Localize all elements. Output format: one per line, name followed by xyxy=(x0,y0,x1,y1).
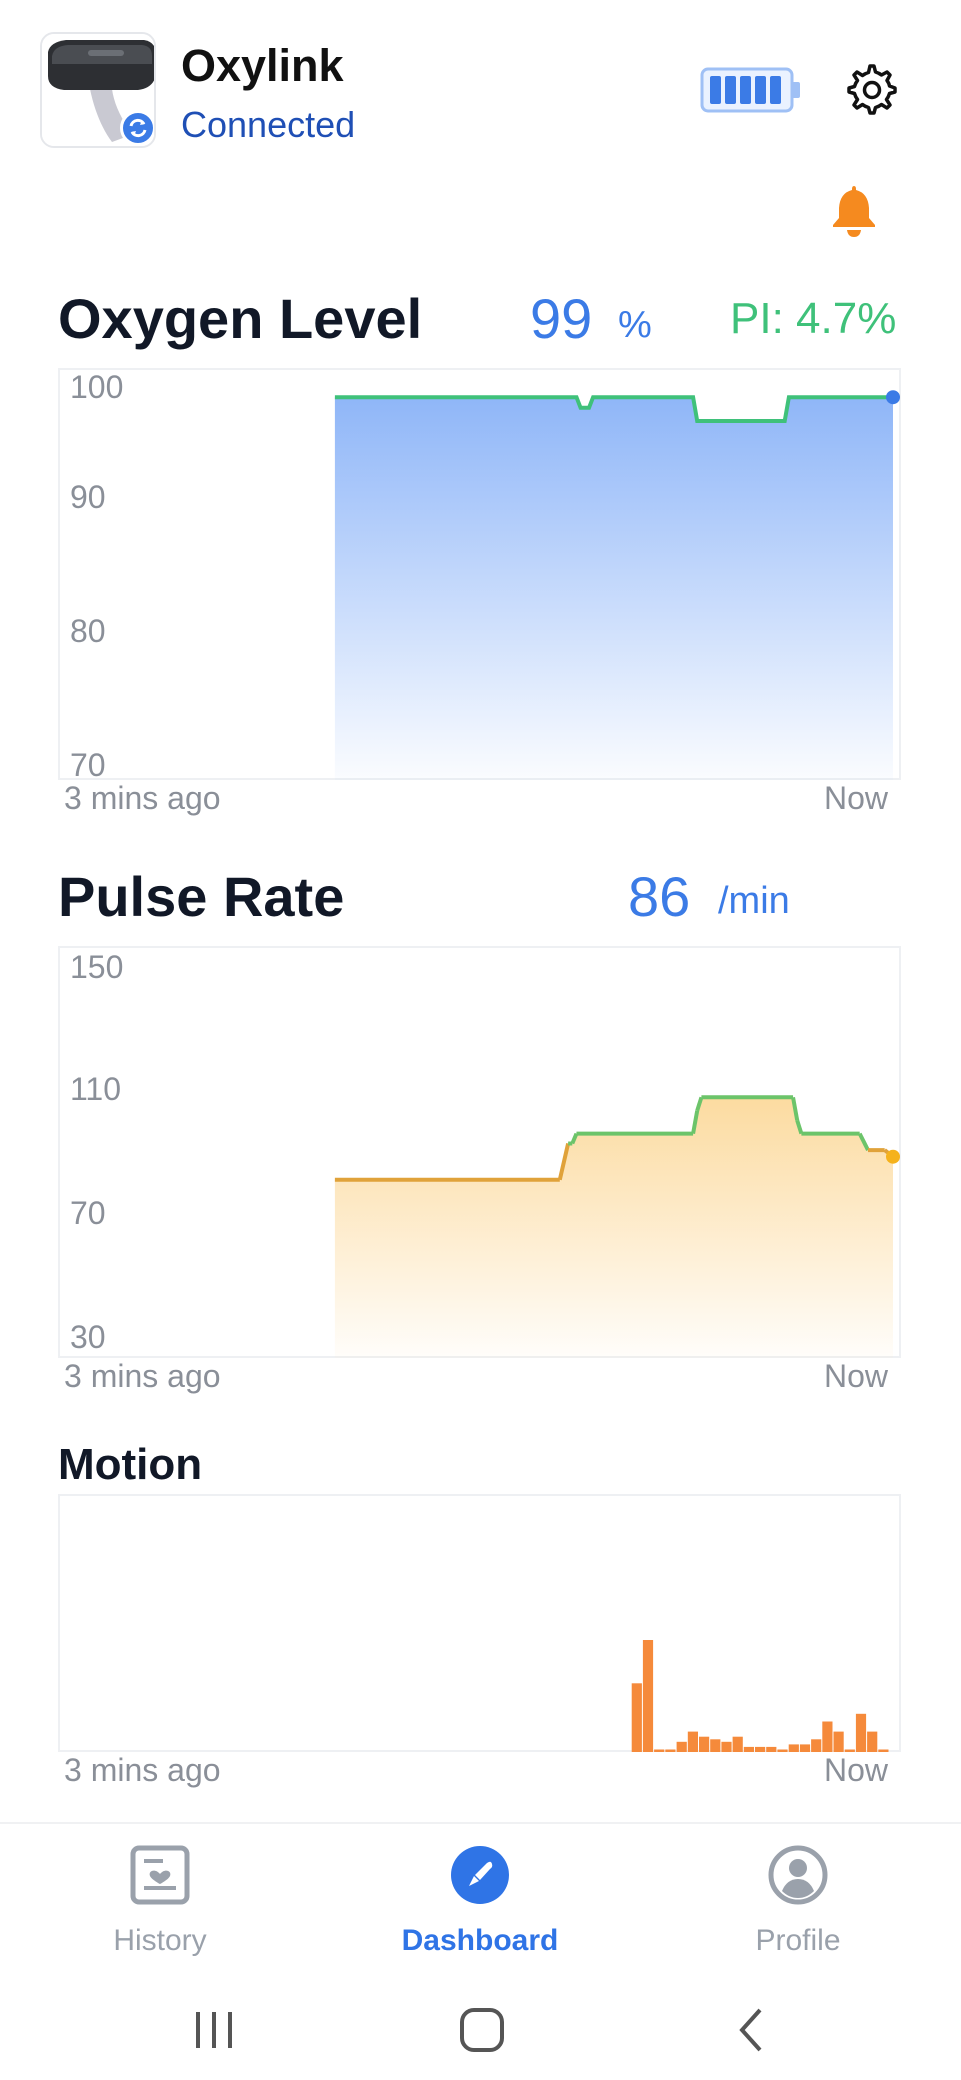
motion-bar xyxy=(676,1741,687,1752)
pulse-current-dot xyxy=(886,1149,900,1164)
battery-full-icon xyxy=(700,67,800,113)
bell-icon[interactable] xyxy=(828,182,880,238)
pulse-tick-110: 110 xyxy=(70,1071,121,1107)
motion-bar xyxy=(822,1721,833,1752)
motion-bar xyxy=(855,1713,867,1752)
device-name: Oxylink xyxy=(181,40,344,91)
connection-status: Connected xyxy=(181,104,356,145)
oxygen-level-title: Oxygen Level xyxy=(58,287,423,350)
profile-icon xyxy=(768,1845,828,1905)
motion-bar xyxy=(755,1746,766,1752)
oxygen-start-label: 3 mins ago xyxy=(64,780,221,816)
nav-history-label: History xyxy=(113,1924,207,1957)
spo2-tick-100: 100 xyxy=(70,370,123,405)
pulse-tick-70: 70 xyxy=(70,1195,106,1231)
motion-title: Motion xyxy=(58,1440,203,1489)
pulse-end-label: Now xyxy=(824,1358,889,1394)
motion-bar xyxy=(743,1746,754,1752)
motion-bar xyxy=(642,1640,654,1752)
pulse-area xyxy=(334,1097,893,1358)
motion-bar xyxy=(799,1744,811,1752)
bottom-navigation: History Dashboard Profile xyxy=(0,1822,961,1982)
motion-bar xyxy=(833,1731,844,1752)
spo2-unit: % xyxy=(618,304,652,346)
recent-apps-icon[interactable] xyxy=(184,2000,244,2060)
nav-dashboard[interactable]: Dashboard xyxy=(380,1844,580,1958)
gear-icon[interactable] xyxy=(846,64,898,116)
back-icon[interactable] xyxy=(722,2000,782,2060)
motion-bar xyxy=(788,1744,799,1752)
motion-bar xyxy=(732,1736,743,1752)
motion-bar xyxy=(687,1731,698,1752)
pulse-value: 86 xyxy=(628,865,691,928)
motion-bar xyxy=(710,1739,721,1752)
spo2-value: 99 xyxy=(530,287,593,350)
motion-bar xyxy=(721,1741,732,1752)
motion-chart-svg xyxy=(631,1640,889,1752)
motion-bar xyxy=(665,1749,676,1752)
pulse-tick-150: 150 xyxy=(70,949,123,985)
pulse-tick-30: 30 xyxy=(70,1319,106,1355)
pulse-chart-svg: 150 110 70 30 xyxy=(70,949,900,1358)
motion-bar xyxy=(699,1736,710,1752)
pulse-chart: 150 110 70 30 xyxy=(58,946,901,1358)
dashboard-icon xyxy=(451,1846,509,1904)
spo2-current-dot xyxy=(886,390,900,405)
battery-cell xyxy=(755,76,766,104)
nav-profile-label: Profile xyxy=(755,1924,841,1957)
pulse-rate-title: Pulse Rate xyxy=(58,865,345,928)
motion-bar xyxy=(811,1739,822,1752)
spo2-tick-80: 80 xyxy=(70,613,106,649)
motion-start-label: 3 mins ago xyxy=(64,1752,221,1788)
pulse-unit: /min xyxy=(718,880,790,922)
sync-icon xyxy=(120,110,154,146)
app-header: Oxylink Connected xyxy=(0,0,961,237)
history-icon xyxy=(130,1845,190,1905)
oxygen-chart: 100 90 80 70 xyxy=(58,368,901,782)
battery-cell xyxy=(740,76,751,104)
nav-history[interactable]: History xyxy=(60,1844,260,1958)
motion-bar xyxy=(867,1731,878,1752)
battery-cell xyxy=(710,76,721,104)
pulse-start-label: 3 mins ago xyxy=(64,1358,221,1394)
motion-bar xyxy=(777,1749,788,1752)
oxygen-end-label: Now xyxy=(824,780,889,816)
spo2-area xyxy=(334,397,893,780)
motion-bar xyxy=(766,1746,777,1752)
motion-end-label: Now xyxy=(824,1752,889,1788)
home-icon[interactable] xyxy=(452,2000,512,2060)
device-thumbnail[interactable] xyxy=(40,32,156,148)
battery-cell xyxy=(770,76,781,104)
oxygen-chart-svg: 100 90 80 70 xyxy=(70,370,900,782)
perfusion-index: PI: 4.7% xyxy=(730,294,897,343)
motion-bar xyxy=(654,1749,665,1752)
motion-bar xyxy=(631,1683,642,1752)
battery-cell xyxy=(725,76,736,104)
motion-chart xyxy=(58,1494,901,1752)
spo2-tick-70: 70 xyxy=(70,747,106,782)
system-navigation-bar xyxy=(0,1982,961,2080)
nav-profile[interactable]: Profile xyxy=(698,1844,898,1958)
nav-dashboard-label: Dashboard xyxy=(401,1924,559,1957)
spo2-tick-90: 90 xyxy=(70,479,106,515)
